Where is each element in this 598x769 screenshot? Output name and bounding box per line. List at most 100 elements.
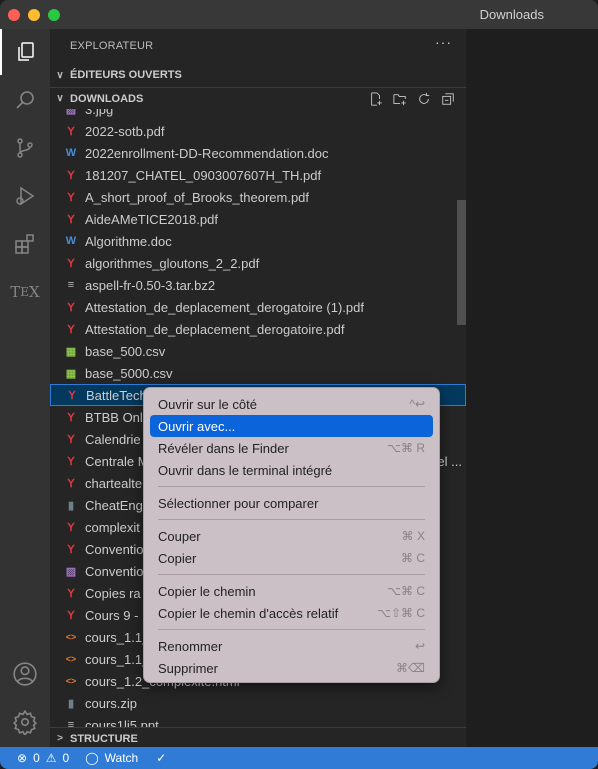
menu-item-shortcut: ⌥⌘ C (387, 584, 425, 598)
menu-item[interactable]: Sélectionner pour comparer (150, 492, 433, 514)
pdf-file-icon: ⅄ (67, 608, 75, 621)
pdf-file-icon: ⅄ (67, 256, 75, 269)
chevron-down-icon: ∨ (56, 69, 64, 81)
new-folder-icon[interactable] (392, 91, 408, 107)
warnings-icon[interactable]: ⚠ (46, 751, 57, 765)
file-item[interactable]: ⅄ Attestation_de_deplacement_derogatoire.… (50, 318, 466, 340)
watch-circle-icon[interactable]: ◯ (85, 751, 98, 765)
file-item[interactable]: ⅄ 181207_CHATEL_0903007607H_TH.pdf (50, 164, 466, 186)
menu-item[interactable]: Ouvrir avec... (150, 415, 433, 437)
title-bar: Downloads (0, 0, 598, 29)
image-file-icon: ▨ (65, 109, 77, 116)
menu-item-label: Révéler dans le Finder (158, 440, 289, 456)
menu-item[interactable]: Couper ⌘ X (150, 525, 433, 547)
more-actions-icon[interactable]: ··· (435, 34, 452, 50)
window-title: Downloads (479, 7, 544, 22)
file-name: Cours 9 - (85, 607, 139, 623)
file-item[interactable]: ⅄ 2022-sotb.pdf (50, 120, 466, 142)
file-item[interactable]: ⅄ AideAMeTICE2018.pdf (50, 208, 466, 230)
menu-item[interactable]: Renommer ↩ (150, 635, 433, 657)
file-name: algorithmes_gloutons_2_2.pdf (85, 255, 260, 271)
file-name: base_500.csv (85, 343, 166, 359)
file-name: base_5000.csv (85, 365, 173, 381)
file-name: 3.jpg (85, 109, 114, 117)
text-file-icon: ≡ (67, 279, 75, 291)
minimize-window-button[interactable] (28, 9, 40, 21)
file-item[interactable]: ≡ cours1li5.ppt (50, 714, 466, 728)
downloads-folder-header[interactable]: ∨ DOWNLOADS (50, 87, 466, 109)
run-debug-icon[interactable] (0, 173, 50, 219)
open-editors-label: ÉDITEURS OUVERTS (70, 69, 182, 81)
pdf-file-icon: ⅄ (67, 542, 75, 555)
menu-item[interactable]: Ouvrir sur le côté ^↩ (150, 393, 433, 415)
file-name: A_short_proof_of_Brooks_theorem.pdf (85, 189, 310, 205)
zip-file-icon: ▮ (67, 499, 75, 512)
error-count[interactable]: 0 (33, 751, 40, 765)
file-name: Calendrie (85, 431, 141, 447)
menu-separator (158, 486, 425, 487)
warning-count[interactable]: 0 (63, 751, 70, 765)
file-name: Conventio (85, 541, 144, 557)
structure-header[interactable]: > STRUCTURE (50, 727, 466, 749)
file-name: Attestation_de_deplacement_derogatoire.p… (85, 321, 345, 337)
menu-item[interactable]: Ouvrir dans le terminal intégré (150, 459, 433, 481)
file-item[interactable]: ⅄ A_short_proof_of_Brooks_theorem.pdf (50, 186, 466, 208)
extensions-icon[interactable] (0, 221, 50, 267)
file-name: AideAMeTICE2018.pdf (85, 211, 218, 227)
menu-item-label: Supprimer (158, 660, 218, 676)
menu-separator (158, 629, 425, 630)
pdf-file-icon: ⅄ (67, 410, 75, 423)
file-item[interactable]: ▦ base_5000.csv (50, 362, 466, 384)
pdf-file-icon: ⅄ (67, 124, 75, 137)
doc-file-icon: W (65, 147, 77, 159)
file-item[interactable]: W Algorithme.doc (50, 230, 466, 252)
sidebar-scrollbar[interactable] (457, 200, 466, 325)
explorer-icon[interactable] (0, 29, 50, 75)
pdf-file-icon: ⅄ (67, 520, 75, 533)
file-name: 2022-sotb.pdf (85, 123, 165, 139)
collapse-all-icon[interactable] (440, 91, 456, 107)
source-control-icon[interactable] (0, 125, 50, 171)
file-name: aspell-fr-0.50-3.tar.bz2 (85, 277, 216, 293)
file-item[interactable]: ▨ 3.jpg (50, 109, 466, 120)
file-item[interactable]: ⅄ Attestation_de_deplacement_derogatoire … (50, 296, 466, 318)
file-item[interactable]: ▮ cours.zip (50, 692, 466, 714)
file-item[interactable]: ▦ base_500.csv (50, 340, 466, 362)
menu-item-shortcut: ^↩ (409, 397, 425, 411)
menu-item-label: Ouvrir avec... (158, 418, 236, 434)
pdf-file-icon: ⅄ (67, 322, 75, 335)
menu-item-label: Copier le chemin (158, 583, 256, 599)
settings-gear-icon[interactable] (0, 699, 50, 745)
search-icon[interactable] (0, 77, 50, 123)
menu-item-label: Ouvrir dans le terminal intégré (158, 462, 333, 478)
html-file-icon: <> (65, 654, 77, 664)
account-icon[interactable] (0, 651, 50, 697)
file-name: complexit (85, 519, 140, 535)
zoom-window-button[interactable] (48, 9, 60, 21)
menu-item-label: Ouvrir sur le côté (158, 396, 257, 412)
file-item[interactable]: ⅄ algorithmes_gloutons_2_2.pdf (50, 252, 466, 274)
csv-file-icon: ▦ (65, 367, 77, 380)
menu-item[interactable]: Copier ⌘ C (150, 547, 433, 569)
doc-file-icon: W (65, 235, 77, 247)
menu-item[interactable]: Copier le chemin d'accès relatif ⌥⇧⌘ C (150, 602, 433, 624)
menu-item-shortcut: ⌘ X (401, 529, 425, 543)
menu-item[interactable]: Copier le chemin ⌥⌘ C (150, 580, 433, 602)
watch-button[interactable]: Watch (105, 751, 139, 765)
new-file-icon[interactable] (368, 91, 384, 107)
open-editors-header[interactable]: ∨ ÉDITEURS OUVERTS (50, 64, 466, 86)
menu-separator (158, 574, 425, 575)
file-name: cours_1.1_ (85, 629, 150, 645)
status-bar: ⊗ 0 ⚠ 0 ◯ Watch ✓ (0, 747, 598, 769)
menu-item-shortcut: ↩ (414, 639, 425, 653)
file-item[interactable]: ≡ aspell-fr-0.50-3.tar.bz2 (50, 274, 466, 296)
check-icon[interactable]: ✓ (156, 751, 166, 765)
file-item[interactable]: W 2022enrollment-DD-Recommendation.doc (50, 142, 466, 164)
menu-item-label: Sélectionner pour comparer (158, 495, 319, 511)
refresh-icon[interactable] (416, 91, 432, 107)
menu-item[interactable]: Supprimer ⌘⌫ (150, 657, 433, 679)
menu-item[interactable]: Révéler dans le Finder ⌥⌘ R (150, 437, 433, 459)
close-window-button[interactable] (8, 9, 20, 21)
tex-icon[interactable]: TEX (0, 269, 50, 315)
errors-icon[interactable]: ⊗ (17, 751, 27, 765)
